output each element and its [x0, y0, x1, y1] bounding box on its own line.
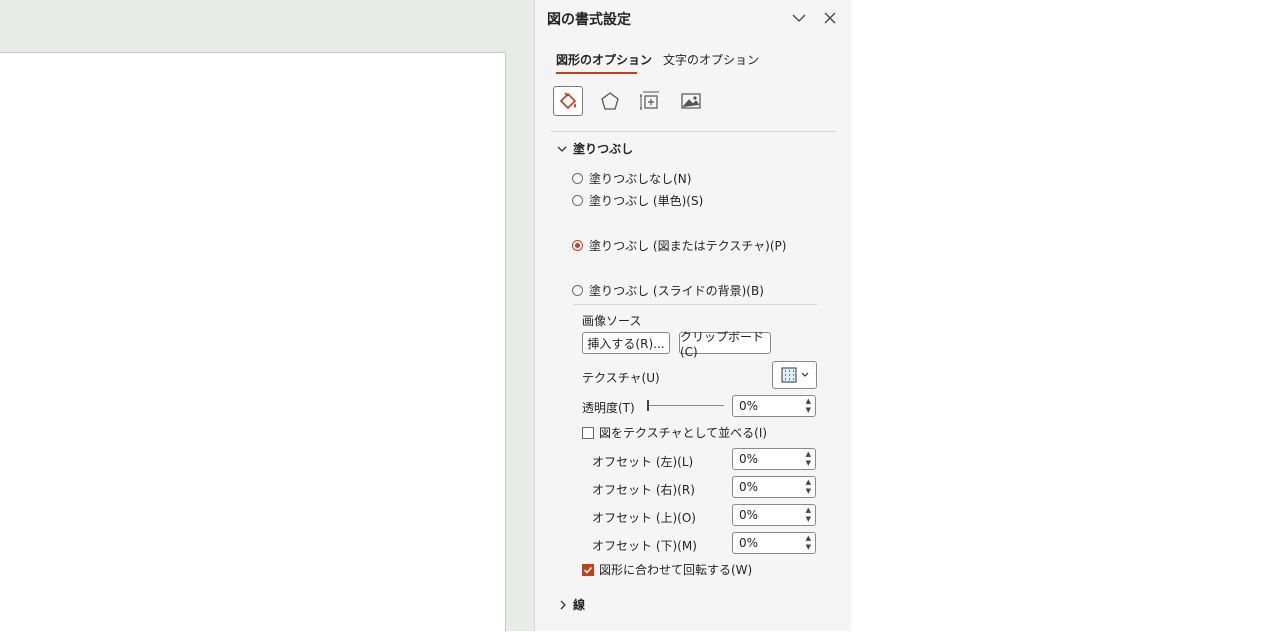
pentagon-icon: [601, 92, 619, 110]
fill-section-header[interactable]: 塗りつぶし: [557, 140, 633, 157]
image-source-label: 画像ソース: [582, 314, 642, 328]
size-properties-category-button[interactable]: [635, 86, 665, 116]
radio-button[interactable]: [572, 173, 583, 184]
radio-button[interactable]: [572, 285, 583, 296]
tile-as-texture-row[interactable]: 図をテクスチャとして並べる(I): [582, 424, 767, 441]
offset-top-input[interactable]: [733, 507, 801, 523]
pane-options-chevron-down-icon[interactable]: [789, 8, 809, 28]
fill-line-category-button[interactable]: [553, 86, 583, 116]
blank-area: [851, 0, 1280, 631]
insert-picture-button[interactable]: 挿入する(R)...: [582, 332, 670, 354]
chevron-down-icon: [557, 146, 567, 152]
fill-option-label: 塗りつぶし (図またはテクスチャ)(P): [589, 239, 787, 253]
offset-bottom-input[interactable]: [733, 535, 801, 551]
offset-right-label: オフセット (右)(R): [592, 483, 695, 497]
slide-workspace: [0, 0, 534, 632]
picture-icon: [681, 93, 701, 109]
fill-option-label: 塗りつぶし (スライドの背景)(B): [589, 284, 764, 298]
checkmark-icon: [583, 566, 593, 574]
effects-category-button[interactable]: [595, 86, 625, 116]
category-divider: [551, 131, 836, 132]
transparency-input[interactable]: [733, 398, 801, 414]
line-section-header[interactable]: 線: [559, 596, 585, 613]
fill-option-none[interactable]: 塗りつぶしなし(N): [572, 170, 691, 187]
size-properties-icon: [640, 91, 659, 110]
tile-checkbox[interactable]: [582, 426, 594, 439]
spinner-arrows-icon[interactable]: ▲ ▼: [806, 478, 811, 496]
tab-shape-options[interactable]: 図形のオプション: [556, 51, 652, 68]
transparency-spinner[interactable]: ▲▼: [732, 395, 816, 417]
offset-right-spinner[interactable]: ▲▼: [732, 476, 816, 498]
offset-bottom-label: オフセット (下)(M): [592, 539, 697, 553]
transparency-slider-track[interactable]: [647, 405, 724, 406]
rotate-checkbox[interactable]: [582, 563, 594, 576]
offset-top-label: オフセット (上)(O): [592, 511, 696, 525]
fill-line-icon: [559, 92, 577, 110]
fill-option-slide-background[interactable]: 塗りつぶし (スライドの背景)(B): [572, 282, 764, 299]
offset-left-input[interactable]: [733, 451, 801, 467]
offset-right-input[interactable]: [733, 479, 801, 495]
texture-swatch-icon: [781, 367, 796, 383]
rotate-with-shape-row[interactable]: 図形に合わせて回転する(W): [582, 561, 752, 578]
active-tab-indicator: [556, 72, 637, 74]
fill-option-label: 塗りつぶし (単色)(S): [589, 194, 704, 208]
spinner-arrows-icon[interactable]: ▲ ▼: [806, 506, 811, 524]
close-icon[interactable]: [820, 8, 840, 28]
spinner-arrows-icon[interactable]: ▲ ▼: [806, 450, 811, 468]
line-section-label: 線: [573, 598, 586, 612]
chevron-down-icon: [801, 372, 808, 377]
format-picture-pane: 図の書式設定 図形のオプション 文字のオプション 塗りつぶし 塗りつぶしなし(N…: [534, 0, 851, 631]
tile-label: 図をテクスチャとして並べる(I): [599, 426, 768, 440]
tab-text-options[interactable]: 文字のオプション: [663, 51, 759, 68]
texture-dropdown[interactable]: [772, 361, 817, 389]
offset-bottom-spinner[interactable]: ▲▼: [732, 532, 816, 554]
slide-canvas[interactable]: [0, 52, 506, 632]
texture-label: テクスチャ(U): [582, 371, 660, 385]
offset-top-spinner[interactable]: ▲▼: [732, 504, 816, 526]
spinner-arrows-icon[interactable]: ▲ ▼: [806, 397, 811, 415]
fill-options-divider: [573, 304, 817, 305]
fill-option-picture-texture[interactable]: 塗りつぶし (図またはテクスチャ)(P): [572, 237, 786, 254]
picture-category-button[interactable]: [676, 86, 706, 116]
clipboard-button[interactable]: クリップボード(C): [679, 330, 771, 359]
fill-option-solid[interactable]: 塗りつぶし (単色)(S): [572, 192, 703, 209]
pane-title: 図の書式設定: [547, 12, 631, 28]
spinner-arrows-icon[interactable]: ▲ ▼: [806, 534, 811, 552]
transparency-slider-thumb[interactable]: [647, 400, 649, 411]
offset-left-spinner[interactable]: ▲▼: [732, 448, 816, 470]
fill-section-label: 塗りつぶし: [573, 142, 634, 156]
offset-left-label: オフセット (左)(L): [592, 455, 694, 469]
radio-button[interactable]: [572, 195, 583, 206]
rotate-label: 図形に合わせて回転する(W): [599, 563, 753, 577]
chevron-right-icon: [560, 600, 566, 609]
transparency-label: 透明度(T): [582, 401, 635, 415]
fill-option-label: 塗りつぶしなし(N): [589, 172, 692, 186]
radio-button-checked[interactable]: [572, 240, 583, 251]
